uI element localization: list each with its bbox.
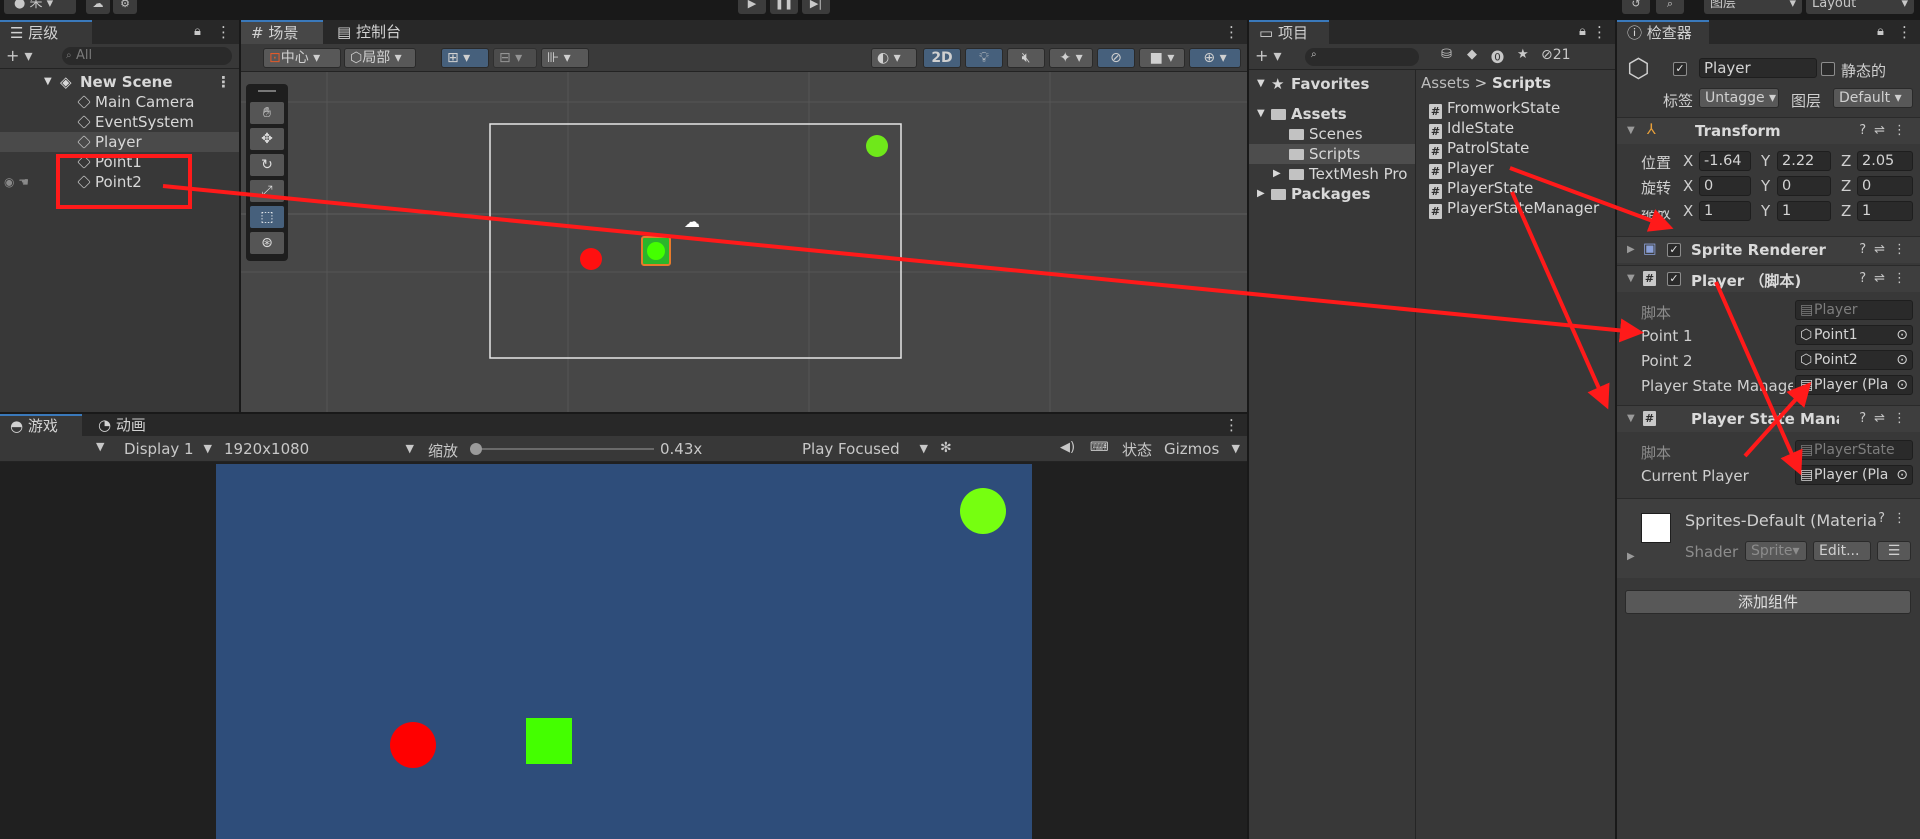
arrow-playerstate [1510,191,1610,410]
arrow-player-transform [1509,166,1674,232]
highlight-box [56,154,192,209]
arrow-point2 [162,184,1644,343]
annotation-overlay [56,154,1812,476]
arrow-current-player [1743,382,1812,458]
